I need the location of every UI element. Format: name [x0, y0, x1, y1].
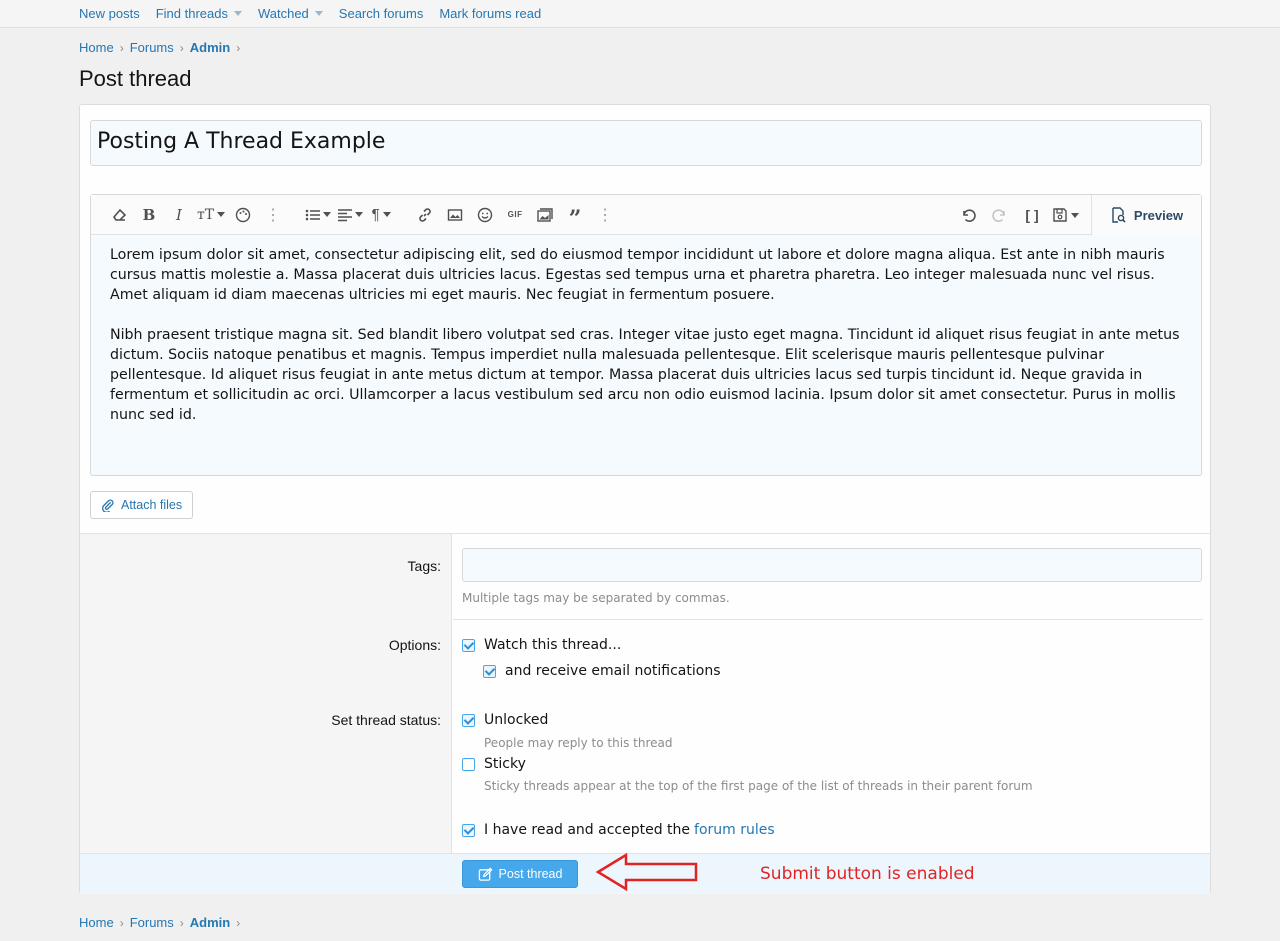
post-thread-panel: Posting A Thread Example B I тT ⋮ ¶ GIF … [79, 104, 1211, 894]
eraser-icon[interactable] [107, 201, 131, 229]
breadcrumb-home[interactable]: Home [79, 40, 114, 55]
nav-search-forums[interactable]: Search forums [339, 6, 424, 21]
nav-watched-label: Watched [257, 6, 309, 21]
bold-icon[interactable]: B [137, 201, 161, 229]
watch-thread-checkbox[interactable]: Watch this thread... [462, 637, 621, 653]
nav-mark-forums-read[interactable]: Mark forums read [439, 6, 541, 21]
quote-icon[interactable]: ” [563, 201, 587, 230]
breadcrumb-admin[interactable]: Admin [190, 40, 230, 55]
color-palette-icon[interactable] [231, 201, 255, 229]
annotation-arrow-icon [596, 852, 698, 892]
text-size-icon[interactable]: тT [197, 201, 226, 229]
nav-new-posts-label: New posts [79, 6, 140, 21]
tags-label: Tags: [407, 558, 441, 574]
thread-status-label: Set thread status: [331, 712, 441, 728]
sub-navigation: New posts Find threads Watched Search fo… [0, 0, 1280, 28]
checkbox-checked-icon [462, 638, 475, 652]
italic-icon[interactable]: I [167, 201, 191, 229]
checkbox-checked-icon [462, 823, 475, 837]
chevron-right-icon: › [236, 915, 241, 930]
post-thread-button[interactable]: Post thread [462, 860, 578, 888]
checkbox-checked-icon [462, 713, 475, 727]
nav-watched[interactable]: Watched [258, 6, 323, 21]
editor-toolbar: B I тT ⋮ ¶ ⋮ [91, 195, 1201, 235]
more-options-icon[interactable]: ⋮ [593, 201, 617, 229]
preview-label: Preview [1133, 207, 1184, 223]
list-icon[interactable] [305, 201, 332, 229]
breadcrumb-bottom: Home › Forums › Admin › [79, 915, 240, 930]
annotation-text: Submit button is enabled [760, 864, 975, 884]
email-notifications-checkbox[interactable]: and receive email notifications [483, 663, 720, 679]
save-draft-icon[interactable] [1052, 201, 1079, 229]
thread-options-form: Tags: Options: Set thread status: Multip… [80, 533, 1210, 854]
sticky-hint: Sticky threads appear at the top of the … [484, 779, 1033, 793]
rich-text-editor: B I тT ⋮ ¶ ⋮ [90, 194, 1202, 476]
nav-search-forums-label: Search forums [338, 6, 424, 21]
forum-rules-link[interactable]: forum rules [694, 822, 775, 838]
nav-find-threads[interactable]: Find threads [156, 6, 242, 21]
paperclip-icon [101, 499, 114, 512]
checkbox-unchecked-icon [462, 757, 475, 771]
chevron-right-icon: › [119, 40, 124, 55]
unlocked-label: Unlocked [484, 712, 549, 728]
sticky-checkbox[interactable]: Sticky [462, 756, 526, 772]
form-labels-column: Tags: Options: Set thread status: [80, 534, 452, 854]
image-icon[interactable] [443, 201, 467, 229]
chevron-right-icon: › [119, 915, 124, 930]
redo-icon [988, 201, 1012, 229]
nav-find-threads-label: Find threads [155, 6, 228, 21]
media-icon[interactable] [533, 201, 557, 229]
bbcode-toggle-icon[interactable]: [ ] [1020, 201, 1044, 229]
tags-hint: Multiple tags may be separated by commas… [462, 591, 730, 605]
attach-files-label: Attach files [121, 498, 183, 512]
editor-content[interactable]: Lorem ipsum dolor sit amet, consectetur … [91, 235, 1201, 425]
thread-title-input[interactable]: Posting A Thread Example [90, 120, 1202, 166]
editor-paragraph: Lorem ipsum dolor sit amet, consectetur … [110, 247, 1165, 303]
post-thread-label: Post thread [498, 867, 563, 881]
paragraph-icon[interactable]: ¶ [369, 201, 393, 229]
attach-files-button[interactable]: Attach files [90, 491, 194, 519]
chevron-right-icon: › [179, 40, 184, 55]
more-options-icon[interactable]: ⋮ [261, 201, 285, 229]
checkbox-checked-icon [483, 664, 496, 678]
options-label: Options: [388, 637, 441, 653]
chevron-right-icon: › [179, 915, 184, 930]
breadcrumb-forums[interactable]: Forums [130, 40, 174, 55]
preview-button[interactable]: Preview [1091, 195, 1201, 235]
tags-input[interactable] [462, 548, 1202, 582]
chevron-down-icon [233, 11, 242, 16]
emoji-icon[interactable] [473, 201, 497, 229]
breadcrumb-forums[interactable]: Forums [130, 915, 174, 930]
chevron-right-icon: › [236, 40, 241, 55]
gif-icon[interactable]: GIF [503, 201, 527, 229]
page-title: Post thread [79, 66, 192, 91]
breadcrumb: Home › Forums › Admin › [79, 40, 240, 55]
divider [453, 619, 1203, 620]
link-icon[interactable] [413, 201, 437, 229]
unlocked-checkbox[interactable]: Unlocked [462, 712, 548, 728]
sticky-label: Sticky [484, 756, 526, 772]
watch-thread-label: Watch this thread... [484, 637, 622, 653]
align-icon[interactable] [337, 201, 364, 229]
email-notifications-label: and receive email notifications [505, 663, 721, 679]
accept-rules-label: I have read and accepted the [484, 822, 691, 838]
chevron-down-icon [314, 11, 323, 16]
unlocked-hint: People may reply to this thread [484, 736, 673, 750]
editor-paragraph: Nibh praesent tristique magna sit. Sed b… [110, 327, 1180, 423]
nav-new-posts[interactable]: New posts [79, 6, 140, 21]
undo-icon[interactable] [956, 201, 980, 229]
accept-rules-checkbox[interactable]: I have read and accepted the forum rules [462, 822, 775, 838]
nav-mark-forums-read-label: Mark forums read [439, 6, 542, 21]
edit-icon [478, 867, 492, 881]
breadcrumb-admin[interactable]: Admin [190, 915, 230, 930]
preview-icon [1112, 207, 1126, 223]
breadcrumb-home[interactable]: Home [79, 915, 114, 930]
